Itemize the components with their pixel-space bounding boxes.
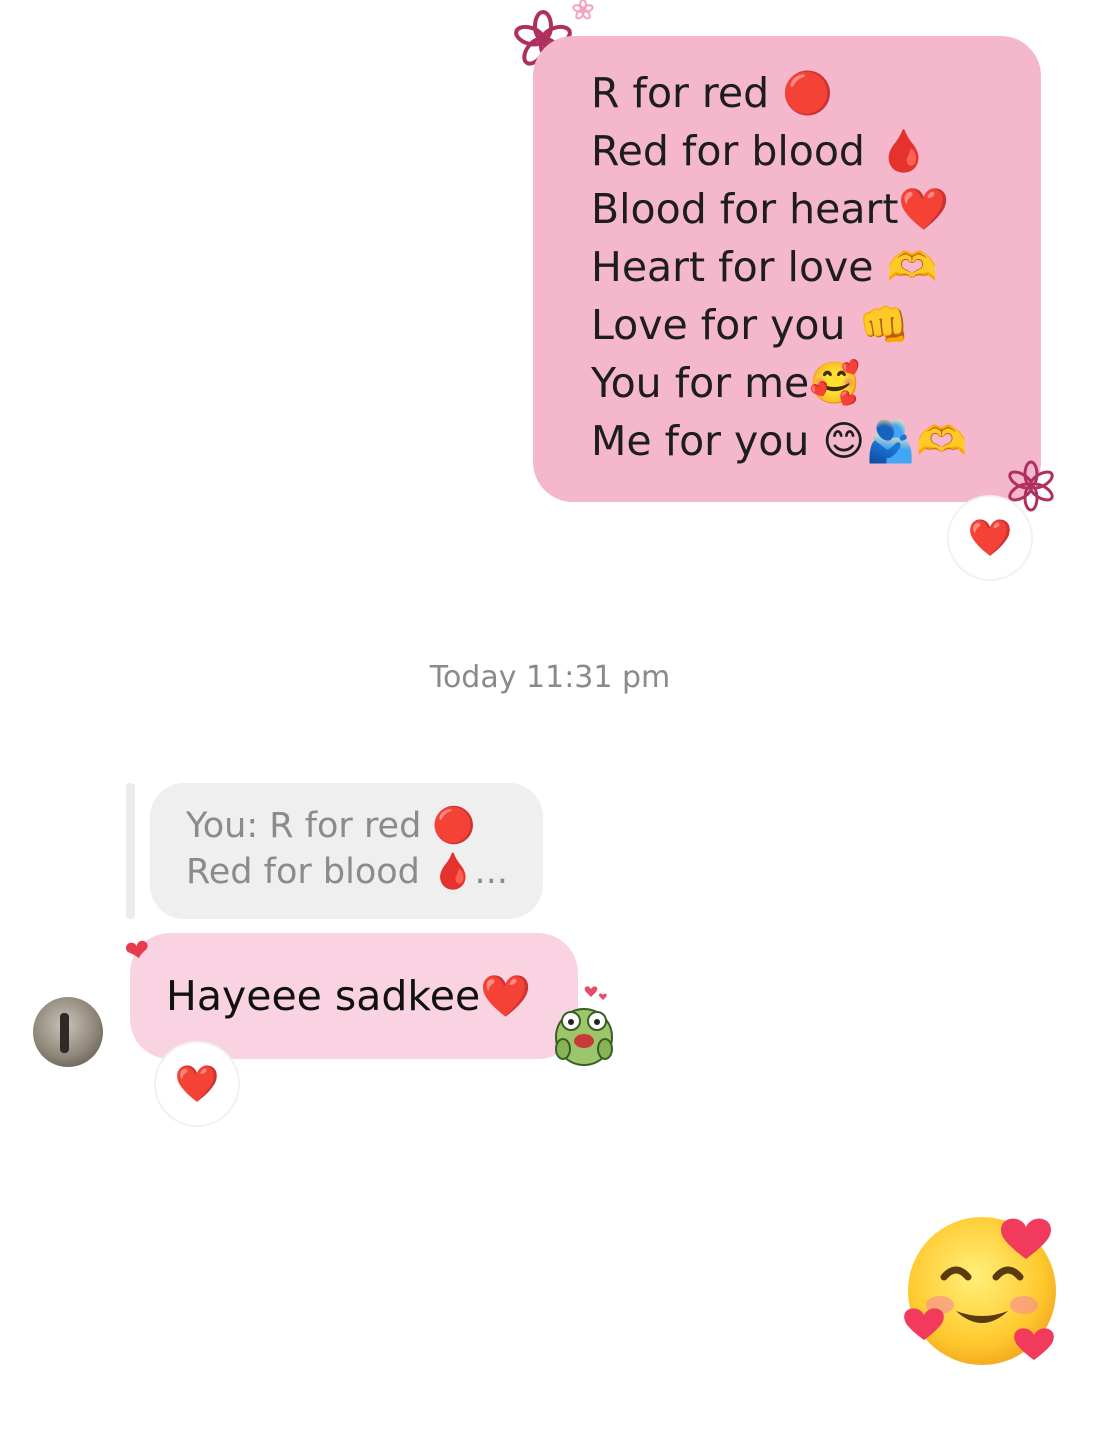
message-text: Hayeee sadkee❤️ bbox=[166, 972, 532, 1020]
heart-icon: ❤️ bbox=[967, 518, 1013, 559]
outgoing-message-bubble[interactable]: R for red 🔴 Red for blood 🩸 Blood for he… bbox=[533, 36, 1041, 502]
heart-reaction[interactable]: ❤️ bbox=[154, 1041, 240, 1127]
message-line: Me for you 😊🫂🫶 bbox=[591, 417, 968, 465]
message-line: Blood for heart❤️ bbox=[591, 185, 950, 233]
avatar[interactable] bbox=[33, 997, 103, 1067]
heart-icon: ❤️ bbox=[174, 1064, 220, 1105]
message-line: Heart for love 🫶 bbox=[591, 243, 938, 291]
frog-sticker-icon[interactable] bbox=[551, 975, 617, 1071]
smiling-face-with-hearts-icon[interactable] bbox=[904, 1207, 1064, 1367]
message-line: Love for you 👊 bbox=[591, 301, 910, 349]
message-line: Red for blood 🩸 bbox=[591, 127, 930, 175]
message-line: R for red 🔴 bbox=[591, 69, 834, 117]
message-line: You for me🥰 bbox=[591, 359, 861, 407]
heart-reaction[interactable]: ❤️ bbox=[947, 495, 1033, 581]
timestamp: Today 11:31 pm bbox=[429, 660, 671, 695]
reply-quote[interactable]: You: R for red 🔴 Red for blood 🩸... bbox=[150, 783, 543, 919]
avatar-figure bbox=[60, 1013, 69, 1053]
reply-quote-line: Red for blood 🩸... bbox=[186, 852, 508, 892]
reply-quote-bar bbox=[126, 783, 135, 919]
reply-quote-line: You: R for red 🔴 bbox=[186, 806, 477, 846]
